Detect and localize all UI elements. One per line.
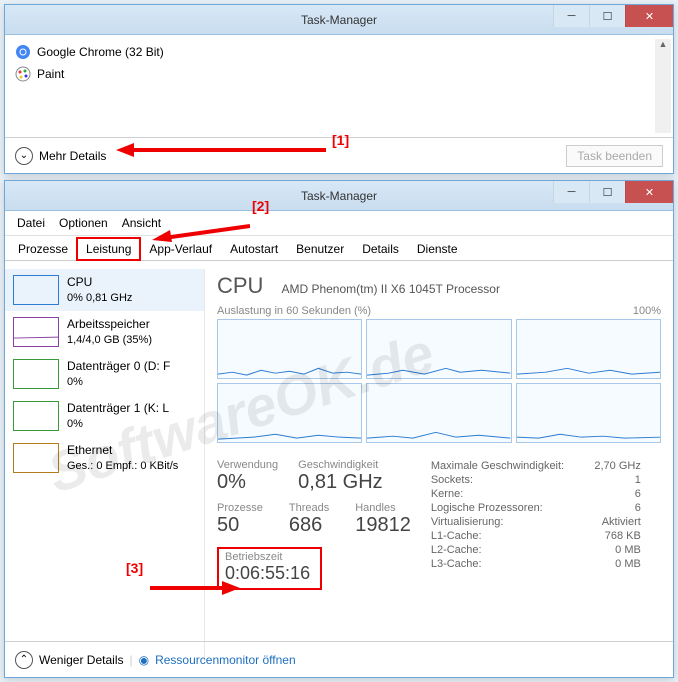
cpu-mini-graph [13,275,59,305]
menu-bar: Datei Optionen Ansicht [5,211,673,236]
sidebar-item-cpu[interactable]: CPU0% 0,81 GHz [5,269,204,311]
resmon-icon: ◉ [139,653,149,667]
paint-icon [15,66,31,82]
app-name: Google Chrome (32 Bit) [37,45,164,59]
memory-mini-graph [13,317,59,347]
cpu-details-panel: CPU AMD Phenom(tm) II X6 1045T Processor… [205,269,673,661]
cpu-detail-list: Maximale Geschwindigkeit:2,70 GHz Socket… [431,459,641,590]
annotation-arrow-2 [150,222,250,242]
maximize-button[interactable]: ☐ [589,181,625,203]
bottom-bar: ⌃ Weniger Details | ◉ Ressourcenmonitor … [5,641,673,677]
menu-datei[interactable]: Datei [11,214,51,232]
more-details-link[interactable]: Mehr Details [39,149,106,163]
cpu-usage-value: 0% [217,471,278,494]
minimize-button[interactable]: ─ [553,181,589,203]
window-title: Task-Manager [301,189,377,203]
tab-dienste[interactable]: Dienste [408,238,467,260]
sidebar-item-label: Ethernet [67,443,178,459]
cpu-stats-row1: Verwendung0% Geschwindigkeit0,81 GHz [217,459,411,494]
threads-value: 686 [289,514,329,537]
performance-body: CPU0% 0,81 GHz Arbeitsspeicher1,4/4,0 GB… [5,261,673,661]
app-row-chrome[interactable]: Google Chrome (32 Bit) [11,41,667,63]
cpu-header: CPU AMD Phenom(tm) II X6 1045T Processor [217,273,661,299]
sidebar-item-ethernet[interactable]: EthernetGes.: 0 Empf.: 0 KBit/s [5,437,204,479]
app-name: Paint [37,67,64,81]
window-buttons: ─ ☐ ✕ [553,181,673,203]
cpu-model: AMD Phenom(tm) II X6 1045T Processor [281,282,500,296]
ethernet-mini-graph [13,443,59,473]
app-row-paint[interactable]: Paint [11,63,667,85]
annotation-label-2: [2] [252,198,269,214]
tab-leistung[interactable]: Leistung [77,238,140,260]
annotation-label-1: [1] [332,132,349,148]
cpu-core-graph [366,319,511,379]
minimize-button[interactable]: ─ [553,5,589,27]
cpu-core-graph [217,319,362,379]
sidebar-item-label: Arbeitsspeicher [67,317,152,333]
open-resource-monitor-link[interactable]: Ressourcenmonitor öffnen [155,653,296,667]
scroll-up-icon[interactable]: ▲ [655,39,671,55]
cpu-core-graph [516,319,661,379]
cpu-stats-row2: Prozesse50 Threads686 Handles19812 [217,502,411,537]
window-buttons: ─ ☐ ✕ [553,5,673,27]
sidebar-item-memory[interactable]: Arbeitsspeicher1,4/4,0 GB (35%) [5,311,204,353]
end-task-button: Task beenden [566,145,663,167]
annotation-label-3: [3] [126,560,143,576]
tab-bar: Prozesse Leistung App-Verlauf Autostart … [5,236,673,261]
sidebar-item-label: Datenträger 1 (K: L [67,401,169,417]
close-button[interactable]: ✕ [625,5,673,27]
cpu-core-graph [217,383,362,443]
titlebar[interactable]: Task-Manager ─ ☐ ✕ [5,5,673,35]
scrollbar[interactable]: ▲ [655,39,671,133]
handles-value: 19812 [355,514,411,537]
cpu-core-graph [366,383,511,443]
annotation-arrow-1 [116,140,326,160]
window-title: Task-Manager [301,13,377,27]
app-list: Google Chrome (32 Bit) Paint [5,35,673,85]
tab-details[interactable]: Details [353,238,408,260]
close-button[interactable]: ✕ [625,181,673,203]
cpu-core-graph [516,383,661,443]
chrome-icon [15,44,31,60]
tab-prozesse[interactable]: Prozesse [9,238,77,260]
less-details-link[interactable]: Weniger Details [39,653,123,667]
disk-mini-graph [13,401,59,431]
maximize-button[interactable]: ☐ [589,5,625,27]
cpu-core-graphs [217,319,661,443]
disk-mini-graph [13,359,59,389]
sidebar-item-label: CPU [67,275,132,291]
annotation-arrow-3 [150,578,240,598]
cpu-speed-value: 0,81 GHz [298,471,382,494]
sidebar-item-label: Datenträger 0 (D: F [67,359,170,375]
graph-axis-label: Auslastung in 60 Sekunden (%) 100% [217,305,661,317]
task-manager-detailed-window: Task-Manager ─ ☐ ✕ Datei Optionen Ansich… [4,180,674,678]
chevron-up-icon[interactable]: ⌃ [15,651,33,669]
titlebar[interactable]: Task-Manager ─ ☐ ✕ [5,181,673,211]
processes-value: 50 [217,514,263,537]
chevron-down-icon[interactable]: ⌄ [15,147,33,165]
sidebar-item-disk1[interactable]: Datenträger 1 (K: L0% [5,395,204,437]
tab-benutzer[interactable]: Benutzer [287,238,353,260]
task-manager-simple-window: Task-Manager ─ ☐ ✕ Google Chrome (32 Bit… [4,4,674,174]
sidebar-item-disk0[interactable]: Datenträger 0 (D: F0% [5,353,204,395]
performance-sidebar: CPU0% 0,81 GHz Arbeitsspeicher1,4/4,0 GB… [5,269,205,661]
cpu-heading: CPU [217,273,263,299]
menu-optionen[interactable]: Optionen [53,214,114,232]
